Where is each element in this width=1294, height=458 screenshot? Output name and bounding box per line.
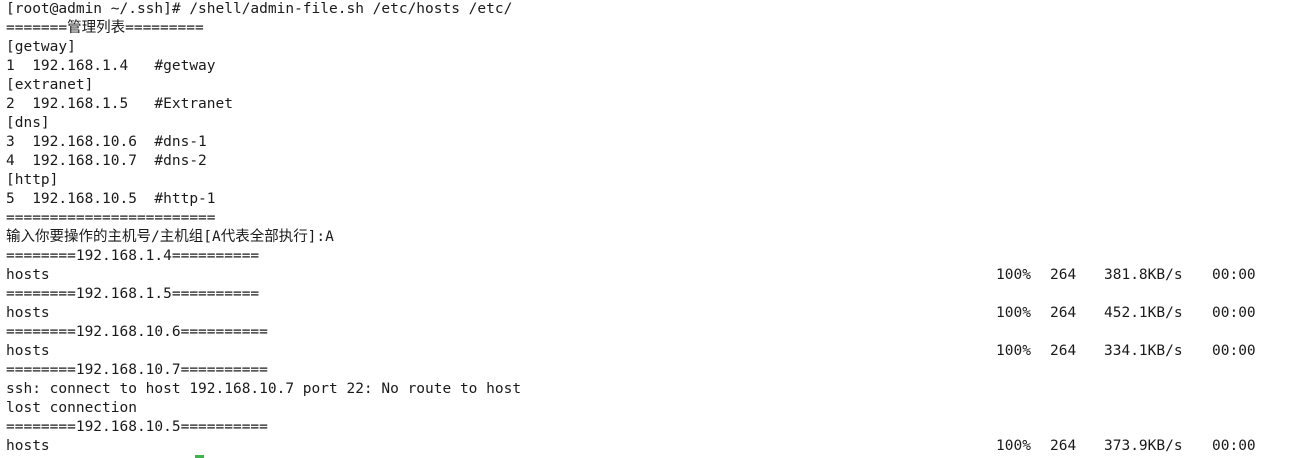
transfer-rate: 373.9KB/s [1104, 438, 1183, 454]
input-prompt-line: 输入你要操作的主机号/主机组[A代表全部执行]:A [6, 229, 334, 245]
host-entry-4: 4 192.168.10.7 #dns-2 [6, 153, 207, 169]
transfer-rate: 334.1KB/s [1104, 343, 1183, 359]
transfer-filename: hosts [6, 343, 50, 359]
host-entry-2: 2 192.168.1.5 #Extranet [6, 96, 233, 112]
menu-header: =======管理列表========= [6, 20, 204, 36]
transfer-percent: 100% [996, 343, 1031, 359]
transfer-rate: 452.1KB/s [1104, 305, 1183, 321]
transfer-rate: 381.8KB/s [1104, 267, 1183, 283]
host-entry-3: 3 192.168.10.6 #dns-1 [6, 134, 207, 150]
host-separator: ========192.168.10.7========== [6, 362, 268, 378]
transfer-size: 264 [1050, 267, 1077, 283]
host-entry-1: 1 192.168.1.4 #getway [6, 58, 216, 74]
transfer-filename: hosts [6, 305, 50, 321]
error-message: ssh: connect to host 192.168.10.7 port 2… [6, 381, 522, 397]
error-message: lost connection [6, 400, 137, 416]
transfer-percent: 100% [996, 267, 1031, 283]
group-label-extranet: [extranet] [6, 77, 94, 93]
host-separator: ========192.168.10.6========== [6, 324, 268, 340]
host-separator: ========192.168.1.5========== [6, 286, 260, 302]
command-prompt-line: [root@admin ~/.ssh]# /shell/admin-file.s… [6, 1, 513, 17]
group-label-getway: [getway] [6, 39, 76, 55]
transfer-percent: 100% [996, 305, 1031, 321]
transfer-percent: 100% [996, 438, 1031, 454]
terminal-window[interactable]: [root@admin ~/.ssh]# /shell/admin-file.s… [0, 0, 1294, 458]
host-separator: ========192.168.10.5========== [6, 419, 268, 435]
transfer-time: 00:00 [1212, 305, 1256, 321]
menu-footer: ======================== [6, 210, 216, 226]
group-label-dns: [dns] [6, 115, 50, 131]
transfer-size: 264 [1050, 305, 1077, 321]
host-separator: ========192.168.1.4========== [6, 248, 260, 264]
transfer-filename: hosts [6, 267, 50, 283]
transfer-time: 00:00 [1212, 438, 1256, 454]
transfer-time: 00:00 [1212, 343, 1256, 359]
host-entry-5: 5 192.168.10.5 #http-1 [6, 191, 216, 207]
transfer-time: 00:00 [1212, 267, 1256, 283]
transfer-size: 264 [1050, 438, 1077, 454]
transfer-filename: hosts [6, 438, 50, 454]
transfer-size: 264 [1050, 343, 1077, 359]
group-label-http: [http] [6, 172, 59, 188]
